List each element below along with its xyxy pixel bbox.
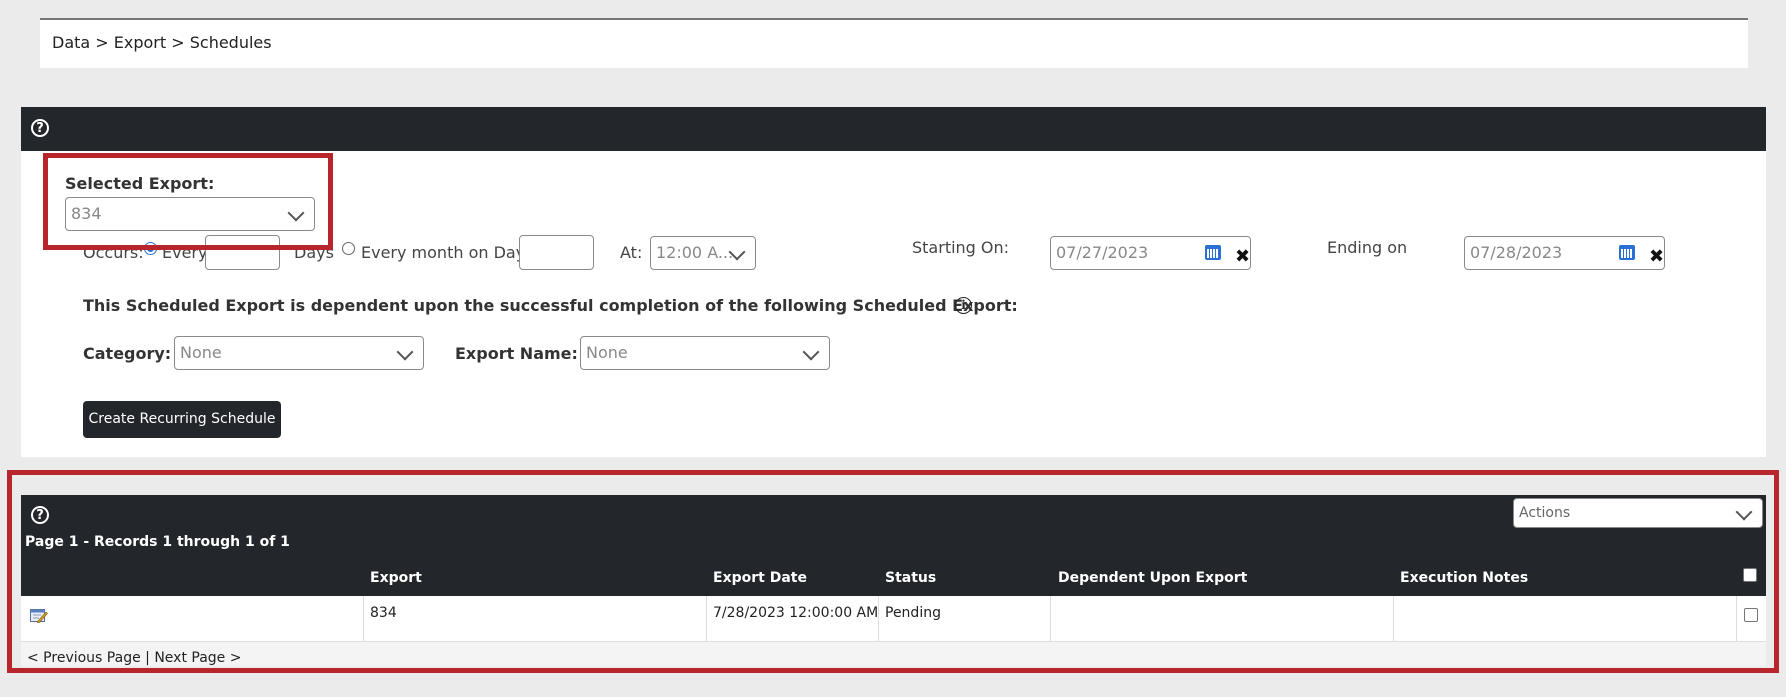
at-time-select[interactable]: 12:00 A... xyxy=(650,236,756,270)
every-month-radio[interactable] xyxy=(342,242,355,255)
chevron-down-icon xyxy=(396,343,414,361)
highlight-box-selected-export xyxy=(43,153,333,250)
ending-on-input[interactable]: 07/28/2023 ✖ xyxy=(1464,236,1665,270)
every-month-label: Every month on Day xyxy=(361,243,526,262)
ending-on-value: 07/28/2023 xyxy=(1470,243,1563,262)
create-recurring-schedule-button[interactable]: Create Recurring Schedule xyxy=(83,401,281,438)
starting-on-value: 07/27/2023 xyxy=(1056,243,1149,262)
export-name-value: None xyxy=(586,343,628,362)
at-time-value: 12:00 A... xyxy=(656,243,734,262)
export-name-select[interactable]: None xyxy=(580,336,830,370)
dependency-text: This Scheduled Export is dependent upon … xyxy=(83,296,1018,315)
help-icon[interactable]: ? xyxy=(31,119,49,137)
category-value: None xyxy=(180,343,222,362)
export-name-label: Export Name: xyxy=(455,344,578,363)
breadcrumb-bar xyxy=(40,20,1748,68)
category-label: Category: xyxy=(83,344,172,363)
chevron-down-icon xyxy=(802,343,820,361)
starting-on-input[interactable]: 07/27/2023 ✖ xyxy=(1050,236,1251,270)
category-select[interactable]: None xyxy=(174,336,424,370)
ending-on-label: Ending on xyxy=(1327,238,1408,257)
clear-icon[interactable]: ✖ xyxy=(1235,241,1250,273)
starting-on-label: Starting On: xyxy=(912,238,1010,257)
at-label: At: xyxy=(620,243,643,262)
calendar-icon[interactable] xyxy=(1205,245,1221,260)
highlight-box-grid xyxy=(7,470,1779,673)
calendar-icon[interactable] xyxy=(1619,245,1635,260)
info-icon[interactable]: i xyxy=(955,297,972,314)
clear-icon[interactable]: ✖ xyxy=(1649,241,1664,273)
breadcrumb: Data > Export > Schedules xyxy=(52,33,272,52)
month-day-input[interactable] xyxy=(519,235,594,270)
schedule-panel-header xyxy=(21,107,1766,151)
